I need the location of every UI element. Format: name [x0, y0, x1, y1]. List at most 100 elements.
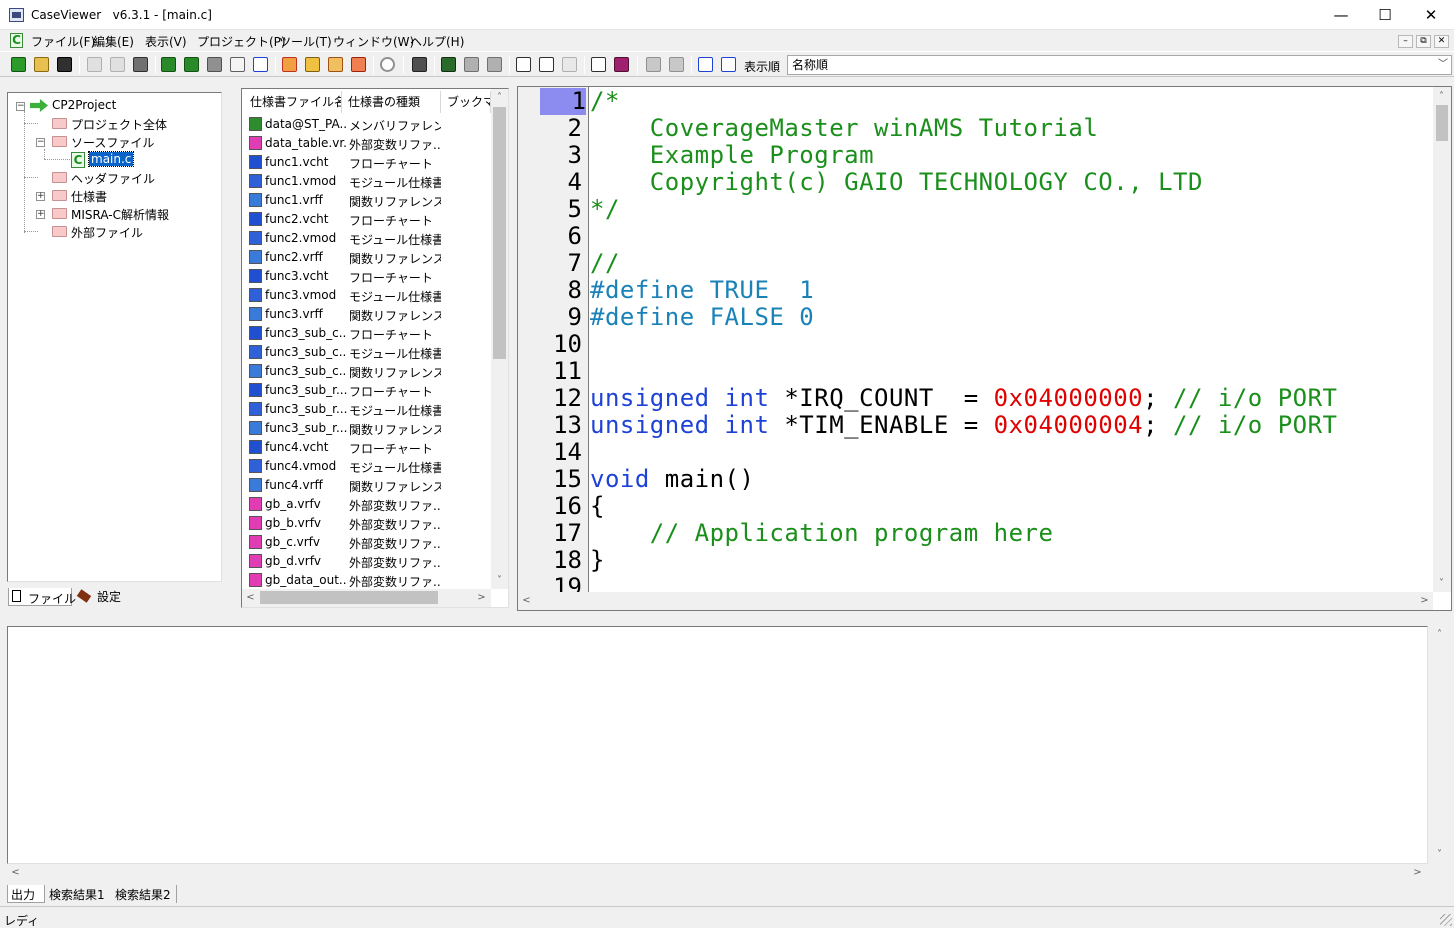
function-ref-icon[interactable] — [328, 57, 343, 72]
column-header-kind[interactable]: 仕様書の種類 — [342, 91, 441, 113]
collapse-icon[interactable]: − — [16, 102, 25, 111]
project-tree[interactable]: − CP2Project プロジェクト全体 − ソースファイル C main.c… — [7, 92, 222, 582]
sort-order-select[interactable]: 名称順 ﹀ — [787, 55, 1452, 75]
spec-file-list[interactable]: 仕様書ファイル名 仕様書の種類 ブックマー data@ST_PA...メンバリフ… — [241, 88, 509, 608]
list-item[interactable]: func1.vrff 関数リファレンス... — [246, 191, 490, 210]
tree-node-external-files[interactable]: 外部ファイル — [8, 223, 208, 241]
menu-edit[interactable]: 編集(E) — [93, 33, 134, 50]
tree-node-header-files[interactable]: ヘッダファイル — [8, 169, 208, 187]
list-item[interactable]: gb_d.vrfv 外部変数リファ... — [246, 552, 490, 571]
export-icon[interactable] — [207, 57, 222, 72]
mdi-minimize-button[interactable]: – — [1398, 35, 1413, 48]
scroll-right-arrow[interactable]: > — [1409, 864, 1426, 881]
tree-node-source-files[interactable]: − ソースファイル — [8, 133, 208, 151]
code-line[interactable]: // — [590, 250, 620, 277]
list-item[interactable]: func3.vmod モジュール仕様書 — [246, 286, 490, 305]
scroll-down-arrow[interactable]: ˅ — [1433, 575, 1450, 592]
expand-icon[interactable]: + — [36, 210, 45, 219]
list-item[interactable]: gb_c.vrfv 外部変数リファ... — [246, 533, 490, 552]
output-vertical-scrollbar[interactable]: ˄ ˅ — [1430, 626, 1450, 881]
column-header-bookmark[interactable]: ブックマー — [441, 91, 491, 113]
cut-icon[interactable] — [87, 57, 102, 72]
tree-node-root[interactable]: − CP2Project — [8, 97, 208, 115]
list-item[interactable]: func3_sub_r... モジュール仕様書 — [246, 400, 490, 419]
jump-definition-icon[interactable] — [698, 57, 713, 72]
scroll-thumb[interactable] — [260, 591, 438, 604]
help-icon[interactable] — [591, 57, 606, 72]
expand-icon[interactable]: + — [36, 192, 45, 201]
new-project-icon[interactable] — [11, 57, 26, 72]
tab-file[interactable]: ファイル — [8, 588, 76, 606]
scroll-left-arrow[interactable]: < — [518, 592, 535, 609]
scroll-thumb[interactable] — [1436, 105, 1448, 141]
scroll-down-arrow[interactable]: ˅ — [1431, 846, 1448, 863]
menu-view[interactable]: 表示(V) — [145, 33, 187, 50]
tree-node-project-all[interactable]: プロジェクト全体 — [8, 115, 208, 133]
document-icon[interactable]: C — [10, 33, 23, 48]
rebuild-icon[interactable] — [184, 57, 199, 72]
variable-ref-icon[interactable] — [351, 57, 366, 72]
horizontal-scrollbar[interactable]: < > — [242, 589, 491, 607]
document-view-icon[interactable] — [539, 57, 554, 72]
scroll-right-arrow[interactable]: > — [473, 589, 490, 606]
list-item[interactable]: data@ST_PA...メンバリファレンス... — [246, 115, 490, 134]
menu-help[interactable]: ヘルプ(H) — [410, 33, 464, 50]
list-item[interactable]: data_table.vr... 外部変数リファ... — [246, 134, 490, 153]
scroll-thumb[interactable] — [493, 107, 506, 359]
manual-icon[interactable] — [614, 57, 629, 72]
menu-project[interactable]: プロジェクト(P) — [197, 33, 286, 50]
list-item[interactable]: func3_sub_r... フローチャート — [246, 381, 490, 400]
list-item[interactable]: func3_sub_r...関数リファレンス... — [246, 419, 490, 438]
output-pane[interactable] — [7, 626, 1428, 864]
html-icon[interactable] — [230, 57, 245, 72]
collapse-icon[interactable]: − — [36, 138, 45, 147]
close-button[interactable]: ✕ — [1408, 0, 1454, 30]
output-horizontal-scrollbar[interactable]: < > — [7, 864, 1428, 881]
code-line[interactable]: #define TRUE 1 — [590, 277, 814, 304]
resize-grip-icon[interactable] — [1440, 914, 1452, 926]
tab-search-results-2[interactable]: 検索結果2 — [115, 885, 177, 903]
code-line[interactable]: } — [590, 547, 605, 574]
menu-file[interactable]: ファイル(F) — [31, 33, 95, 50]
tab-search-results-1[interactable]: 検索結果1 — [49, 885, 111, 903]
flowchart-icon[interactable] — [282, 57, 297, 72]
list-item[interactable]: func3.vcht フローチャート — [246, 267, 490, 286]
find-next-icon[interactable] — [464, 57, 479, 72]
copy-icon[interactable] — [110, 57, 125, 72]
code-line[interactable]: /* — [590, 88, 620, 115]
scroll-up-arrow[interactable]: ˄ — [1431, 626, 1448, 643]
stop-icon[interactable] — [380, 57, 395, 72]
scroll-up-arrow[interactable]: ˄ — [491, 89, 508, 106]
list-item[interactable]: func2.vcht フローチャート — [246, 210, 490, 229]
word-icon[interactable] — [253, 57, 268, 72]
code-line[interactable]: unsigned int *TIM_ENABLE = 0x04000004; /… — [590, 412, 1338, 439]
scroll-left-arrow[interactable]: < — [242, 589, 259, 606]
source-editor[interactable]: 1 2 3 4 5 6 7 8 9 10 11 12 13 14 15 16 17 18 19 /* Coverag… — [517, 86, 1452, 611]
list-item[interactable]: func2.vmod モジュール仕様書 — [246, 229, 490, 248]
scroll-down-arrow[interactable]: ˅ — [491, 572, 508, 589]
page-icon[interactable] — [562, 57, 577, 72]
mdi-close-button[interactable]: ✕ — [1434, 35, 1449, 48]
open-folder-icon[interactable] — [34, 57, 49, 72]
list-item[interactable]: func1.vcht フローチャート — [246, 153, 490, 172]
minimize-button[interactable]: — — [1318, 0, 1364, 30]
code-line[interactable]: void main() — [590, 466, 754, 493]
menu-window[interactable]: ウィンドウ(W) — [333, 33, 414, 50]
paste-icon[interactable] — [133, 57, 148, 72]
list-item[interactable]: func3_sub_c...関数リファレンス... — [246, 362, 490, 381]
list-item[interactable]: func3.vrff 関数リファレンス... — [246, 305, 490, 324]
code-line[interactable]: CoverageMaster winAMS Tutorial — [590, 115, 1098, 142]
code-line[interactable]: */ — [590, 196, 620, 223]
list-item[interactable]: func1.vmod モジュール仕様書 — [246, 172, 490, 191]
list-item[interactable]: func4.vmod モジュール仕様書 — [246, 457, 490, 476]
list-item[interactable]: gb_b.vrfv 外部変数リファ... — [246, 514, 490, 533]
editor-vertical-scrollbar[interactable]: ˄ ˅ — [1433, 87, 1451, 592]
vertical-scrollbar[interactable]: ˄ ˅ — [491, 89, 508, 589]
code-line[interactable]: { — [590, 493, 605, 520]
mdi-restore-button[interactable]: ⧉ — [1416, 35, 1431, 48]
list-item[interactable]: func4.vrff 関数リファレンス... — [246, 476, 490, 495]
code-line[interactable]: // Application program here — [590, 520, 1053, 547]
jump-reference-icon[interactable] — [721, 57, 736, 72]
tab-output[interactable]: 出力 — [7, 885, 45, 903]
tab-settings[interactable]: 設定 — [75, 588, 130, 606]
